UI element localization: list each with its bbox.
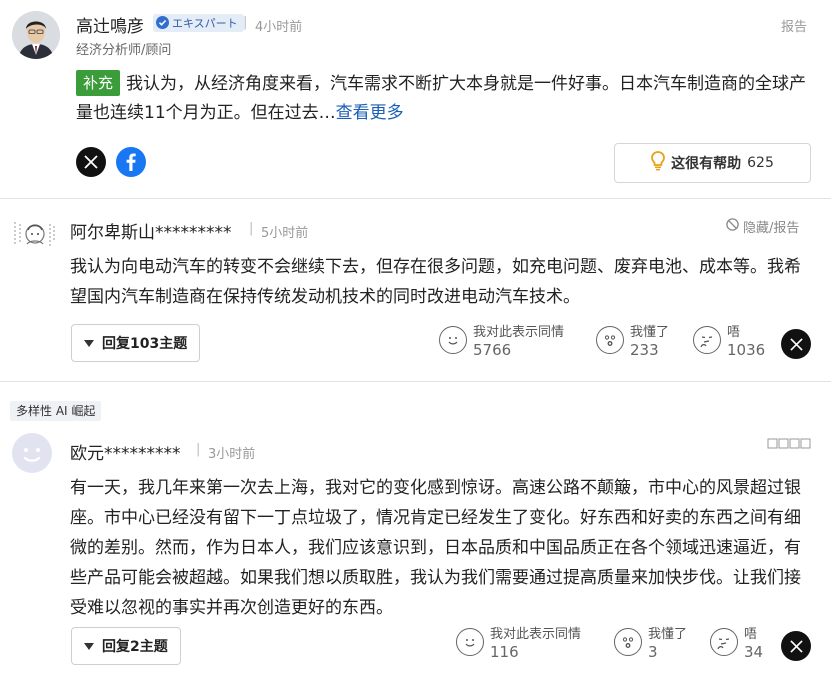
reaction-count: 3 — [648, 643, 658, 661]
expert-avatar[interactable] — [12, 11, 60, 59]
expert-comment-text: 补充 我认为，从经济角度来看，汽车需求不断扩大本身就是一件好事。日本汽车制造商的全… — [76, 70, 806, 128]
expert-name[interactable]: 高辻鳴彦 — [76, 12, 144, 37]
separator: | — [249, 221, 254, 236]
caret-down-icon — [84, 642, 94, 650]
thinking-face-icon — [693, 326, 721, 354]
x-logo-icon — [789, 337, 803, 351]
reaction-label: 我对此表示同情 — [490, 627, 582, 642]
divider — [0, 381, 831, 382]
supplement-tag: 补充 — [76, 70, 121, 96]
hide-report-link[interactable]: 隐藏/报告 — [726, 217, 799, 236]
user-avatar[interactable] — [12, 212, 56, 256]
comment-author[interactable]: 欧元********* — [70, 439, 181, 464]
thinking-face-icon — [710, 628, 738, 656]
comment-text: 我认为向电动汽车的转变不会继续下去，但存在很多问题，如充电问题、废弃电池、成本等… — [70, 257, 801, 307]
expert-time: 4小时前 — [255, 20, 303, 35]
reaction-empathy[interactable]: 我对此表示同情 116 — [456, 626, 581, 662]
reaction-empathy[interactable]: 我对此表示同情 5766 — [439, 324, 564, 360]
more-options-icon[interactable] — [767, 436, 811, 450]
helpful-count: 625 — [747, 155, 774, 171]
helpful-button[interactable]: 这很有帮助 625 — [614, 143, 811, 183]
badge-label: エキスパート — [172, 17, 238, 30]
facebook-logo-icon — [126, 153, 136, 171]
facebook-share-button[interactable] — [116, 147, 146, 177]
reaction-count: 1036 — [727, 341, 766, 359]
see-more-link[interactable]: 查看更多 — [336, 103, 404, 123]
reaction-understood[interactable]: 我懂了 233 — [596, 324, 669, 360]
reaction-understood[interactable]: 我懂了 3 — [614, 626, 687, 662]
reaction-count: 34 — [744, 643, 764, 661]
comment-time: 5小时前 — [261, 226, 309, 241]
separator: | — [196, 442, 201, 457]
reaction-count: 233 — [630, 341, 659, 359]
x-share-button[interactable] — [76, 147, 106, 177]
expert-role: 经济分析师/顾问 — [76, 43, 172, 58]
smile-face-icon — [456, 628, 484, 656]
hide-report-label: 隐藏/报告 — [743, 221, 800, 236]
divider — [0, 198, 831, 199]
x-logo-icon — [84, 155, 98, 169]
block-icon — [726, 218, 739, 235]
ai-tag: 多样性 AI 崛起 — [10, 401, 102, 421]
reaction-label: 唔 — [744, 627, 758, 642]
x-logo-icon — [789, 639, 803, 653]
helpful-label: 这很有帮助 — [671, 156, 742, 172]
reaction-label: 唔 — [727, 325, 741, 340]
surprised-face-icon — [596, 326, 624, 354]
reaction-label: 我懂了 — [648, 627, 688, 642]
smile-face-icon — [439, 326, 467, 354]
reaction-label: 我对此表示同情 — [473, 325, 565, 340]
lightbulb-icon — [651, 151, 666, 175]
comment-text: 有一天，我几年来第一次去上海，我对它的变化感到惊讶。高速公路不颠簸，市中心的风景… — [70, 478, 801, 618]
reply-label: 回复103主题 — [102, 336, 188, 352]
verified-check-icon — [156, 14, 169, 33]
expert-badge: エキスパート — [153, 14, 244, 32]
separator: | — [243, 15, 248, 30]
report-link[interactable]: 报告 — [781, 16, 807, 35]
user-avatar[interactable] — [12, 433, 52, 473]
reply-label: 回复2主题 — [102, 639, 168, 655]
reaction-hmm[interactable]: 唔 34 — [710, 626, 763, 662]
caret-down-icon — [84, 339, 94, 347]
comment-time: 3小时前 — [208, 447, 256, 462]
x-share-button[interactable] — [781, 631, 811, 661]
x-share-button[interactable] — [781, 329, 811, 359]
reply-thread-button[interactable]: 回复103主题 — [71, 324, 201, 362]
comment-author[interactable]: 阿尔卑斯山********* — [70, 218, 232, 243]
default-avatar-icon — [23, 448, 41, 462]
reaction-hmm[interactable]: 唔 1036 — [693, 324, 765, 360]
expert-text: 我认为，从经济角度来看，汽车需求不断扩大本身就是一件好事。日本汽车制造商的全球产… — [76, 74, 807, 123]
reaction-count: 5766 — [473, 341, 512, 359]
reaction-count: 116 — [490, 643, 519, 661]
surprised-face-icon — [614, 628, 642, 656]
reaction-label: 我懂了 — [630, 325, 670, 340]
reply-thread-button[interactable]: 回复2主题 — [71, 627, 181, 665]
